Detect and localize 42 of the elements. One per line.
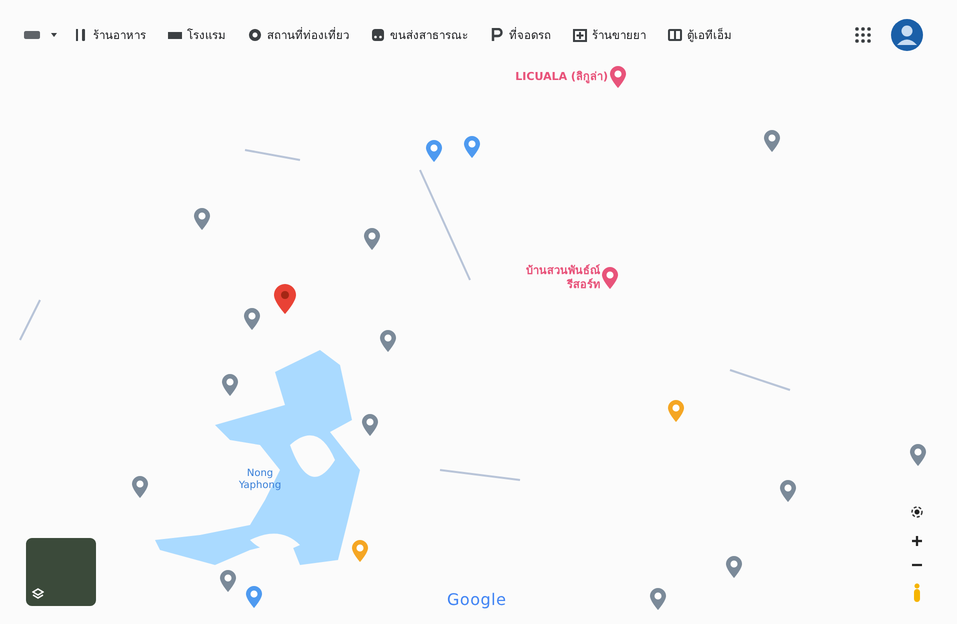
map-pin-icon[interactable] (220, 570, 236, 592)
zoom-out-icon[interactable] (911, 563, 923, 567)
layers-thumbnail[interactable] (26, 538, 96, 606)
map-pin-icon[interactable] (132, 476, 148, 498)
category-chip[interactable]: ตู้เอทีเอ็ม (662, 24, 738, 46)
map-pin-icon[interactable] (668, 400, 684, 422)
selected-pin-icon[interactable] (274, 284, 296, 314)
map-pin-icon[interactable] (362, 414, 378, 436)
caret-icon[interactable] (50, 32, 58, 38)
parking-icon (490, 28, 504, 42)
map-pin-icon[interactable] (764, 130, 780, 152)
category-chip[interactable]: สถานที่ท่องเที่ยว (242, 24, 355, 46)
map-pin-icon[interactable] (246, 586, 262, 608)
category-chip[interactable]: ที่จอดรถ (484, 24, 557, 46)
map-pin-icon[interactable] (464, 136, 480, 158)
map-pin-icon[interactable] (650, 588, 666, 610)
map-pin-icon[interactable] (194, 208, 210, 230)
map-pin-icon[interactable] (780, 480, 796, 502)
map-pin-icon[interactable] (726, 556, 742, 578)
avatar-icon[interactable] (891, 19, 923, 51)
category-chip[interactable]: ร้านขายยา (567, 24, 652, 46)
map-pin-icon[interactable] (364, 228, 380, 250)
category-chip[interactable]: โรงแรม (162, 24, 232, 46)
map-pin-icon[interactable] (426, 140, 442, 162)
bus-icon (371, 28, 385, 42)
pegman-icon[interactable] (913, 583, 921, 603)
map-pin-icon[interactable] (244, 308, 260, 330)
map-pin-icon[interactable] (610, 66, 626, 88)
compass-icon[interactable] (910, 505, 924, 519)
zoom-in-icon[interactable] (911, 535, 923, 547)
map-pin-icon[interactable] (910, 444, 926, 466)
google-logo: Google (447, 590, 506, 609)
category-chip[interactable]: ขนส่งสาธารณะ (365, 24, 474, 46)
map-pin-icon[interactable] (352, 540, 368, 562)
map-pin-icon[interactable] (602, 267, 618, 290)
map-pin-icon[interactable] (380, 330, 396, 352)
map-pin-icon[interactable] (222, 374, 238, 396)
layers-icon (32, 588, 44, 600)
category-chip[interactable]: ร้านอาหาร (68, 24, 152, 46)
pharmacy-icon (573, 28, 587, 42)
apps-grid-icon[interactable] (855, 27, 871, 43)
lake-label: Nong Yaphong (238, 468, 282, 492)
